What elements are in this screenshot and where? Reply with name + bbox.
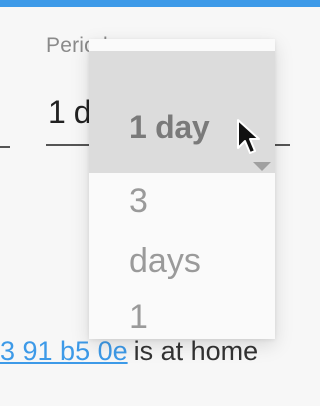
previous-field-underline: [0, 146, 10, 148]
status-line: 3 91 b5 0e is at home: [0, 336, 258, 367]
caret-down-icon[interactable]: [253, 162, 271, 171]
device-link[interactable]: 3 91 b5 0e: [0, 336, 128, 366]
period-dropdown-menu: 1 day 3 days 1: [89, 39, 275, 339]
status-suffix: is at home: [133, 336, 259, 366]
dropdown-option[interactable]: 3: [129, 182, 148, 221]
mouse-pointer-icon: [237, 119, 260, 154]
highlighted-option-label: 1 day: [129, 109, 210, 145]
top-accent-bar: [0, 0, 320, 7]
dropdown-option[interactable]: 1: [129, 298, 148, 337]
dropdown-option[interactable]: days: [129, 242, 201, 281]
